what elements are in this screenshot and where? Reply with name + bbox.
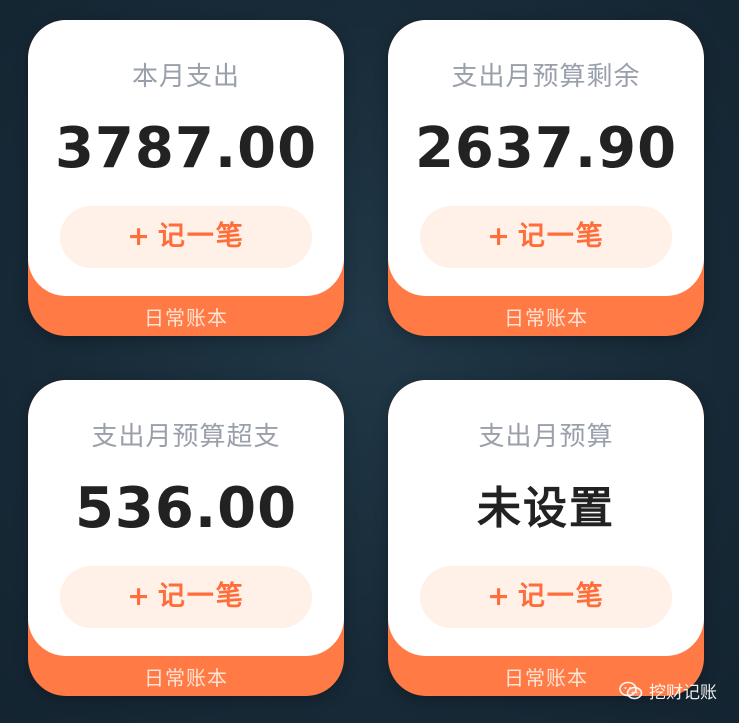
add-record-button[interactable]: + 记一笔 xyxy=(420,206,672,268)
plus-icon: + xyxy=(487,221,512,252)
widget-budget-remaining[interactable]: 支出月预算剩余 2637.90 + 记一笔 日常账本 xyxy=(388,20,704,336)
widget-value: 3787.00 xyxy=(54,116,318,181)
ledger-book-label: 日常账本 xyxy=(144,306,228,330)
widget-card: 支出月预算 未设置 + 记一笔 xyxy=(388,380,704,656)
add-record-label: 记一笔 xyxy=(517,221,605,252)
widget-budget-overspent[interactable]: 支出月预算超支 536.00 + 记一笔 日常账本 xyxy=(28,380,344,696)
widget-value: 536.00 xyxy=(74,476,298,541)
widget-title: 支出月预算超支 xyxy=(91,422,281,452)
ledger-book-label: 日常账本 xyxy=(504,306,588,330)
add-record-button[interactable]: + 记一笔 xyxy=(60,206,312,268)
widget-title: 支出月预算 xyxy=(478,422,614,452)
plus-icon: + xyxy=(127,581,152,612)
plus-icon: + xyxy=(487,581,512,612)
watermark-text: 挖财记账 xyxy=(649,683,717,703)
add-record-label: 记一笔 xyxy=(517,581,605,612)
widget-value: 未设置 xyxy=(477,483,615,534)
add-record-button[interactable]: + 记一笔 xyxy=(420,566,672,628)
wechat-icon xyxy=(619,681,643,701)
add-record-label: 记一笔 xyxy=(157,581,245,612)
widget-monthly-budget[interactable]: 支出月预算 未设置 + 记一笔 日常账本 xyxy=(388,380,704,696)
widget-title: 本月支出 xyxy=(131,62,240,92)
add-record-button[interactable]: + 记一笔 xyxy=(60,566,312,628)
add-record-label: 记一笔 xyxy=(157,221,245,252)
widget-card: 支出月预算剩余 2637.90 + 记一笔 xyxy=(388,20,704,296)
widget-monthly-expense[interactable]: 本月支出 3787.00 + 记一笔 日常账本 xyxy=(28,20,344,336)
plus-icon: + xyxy=(127,221,152,252)
widget-title: 支出月预算剩余 xyxy=(451,62,641,92)
widget-card: 支出月预算超支 536.00 + 记一笔 xyxy=(28,380,344,656)
watermark: 挖财记账 xyxy=(619,678,717,703)
widget-value: 2637.90 xyxy=(414,116,678,181)
ledger-book-label: 日常账本 xyxy=(144,666,228,690)
widget-card: 本月支出 3787.00 + 记一笔 xyxy=(28,20,344,296)
